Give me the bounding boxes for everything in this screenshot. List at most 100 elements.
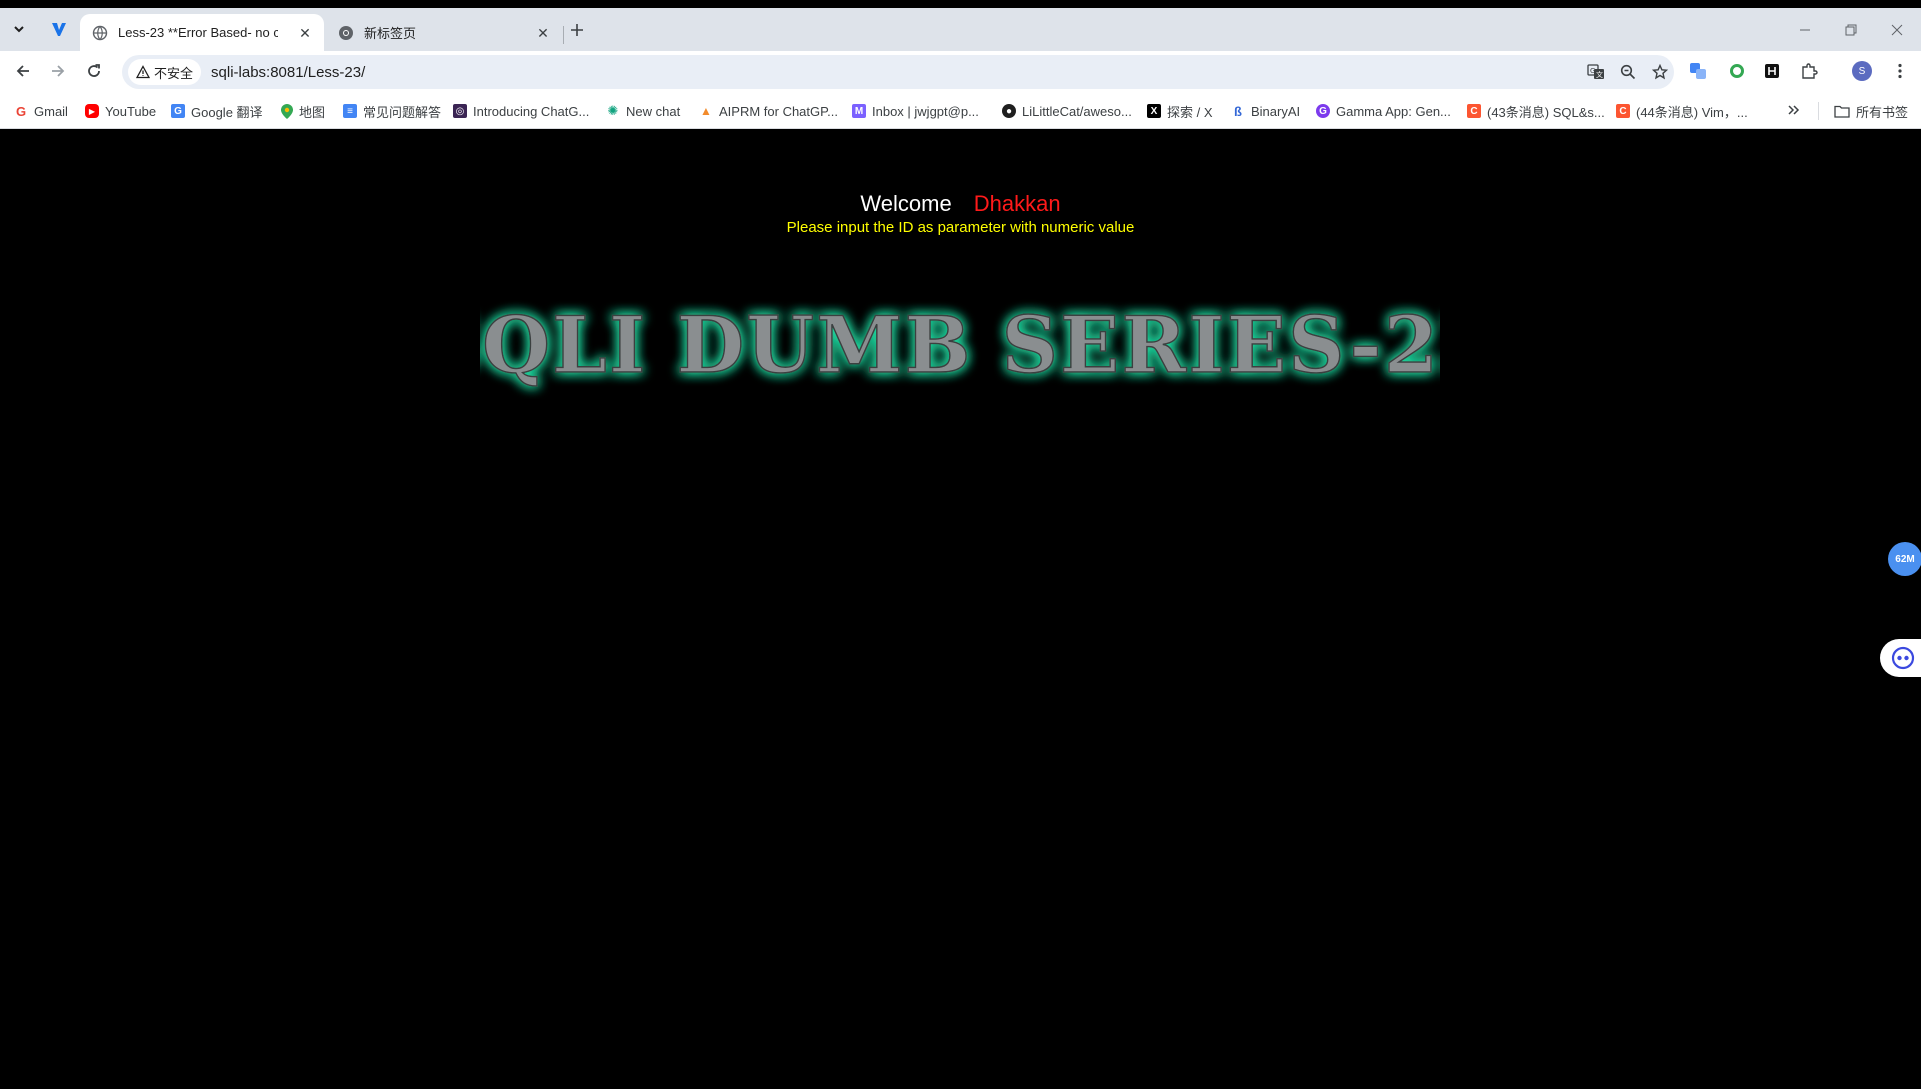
restore-button[interactable] bbox=[1836, 14, 1866, 46]
gmail-icon: G bbox=[15, 103, 27, 119]
extensions-button[interactable] bbox=[1793, 55, 1825, 87]
bookmark-label: 探索 / X bbox=[1167, 104, 1213, 120]
bookmark-label: New chat bbox=[626, 103, 681, 119]
series-banner: SQLI DUMB SERIES-23 bbox=[480, 299, 1440, 392]
chrome-icon bbox=[339, 25, 353, 40]
welcome-text: Welcome bbox=[860, 191, 952, 216]
mail-icon: M bbox=[852, 104, 866, 118]
tab-title: Less-23 **Error Based- no co bbox=[118, 25, 278, 40]
close-icon bbox=[1891, 24, 1903, 36]
tab-new-tab[interactable]: 新标签页 ✕ bbox=[326, 14, 562, 51]
translate-icon: 文G bbox=[1587, 64, 1604, 79]
zoom-button[interactable] bbox=[1612, 56, 1644, 88]
translate-button[interactable]: 文G bbox=[1580, 56, 1612, 88]
bookmark-label: (43条消息) SQL&s... bbox=[1487, 104, 1605, 120]
bookmark-label: 常见问题解答 bbox=[363, 104, 442, 120]
security-label: 不安全 bbox=[154, 65, 194, 81]
close-icon[interactable]: ✕ bbox=[296, 24, 314, 42]
bookmark-label: (44条消息) Vim，... bbox=[1636, 104, 1748, 120]
bookmark-label: Gmail bbox=[34, 103, 68, 119]
bookmark-aiprm[interactable]: ▲ AIPRM for ChatGP... bbox=[699, 102, 838, 120]
translate-icon: G bbox=[171, 104, 185, 118]
openai-icon: ◎ bbox=[453, 104, 467, 118]
arrow-right-icon bbox=[52, 65, 65, 77]
avatar-initial: S bbox=[1858, 65, 1866, 77]
security-indicator[interactable]: 不安全 bbox=[128, 59, 202, 85]
extension-green-button[interactable] bbox=[1721, 55, 1753, 87]
menu-button[interactable] bbox=[1884, 55, 1916, 87]
new-tab-button[interactable] bbox=[561, 14, 593, 46]
chevron-double-right-icon bbox=[1788, 105, 1800, 115]
window-top-edge bbox=[0, 0, 1921, 8]
bookmark-csdn-sql[interactable]: C (43条消息) SQL&s... bbox=[1467, 102, 1605, 120]
memory-badge-text: 62M bbox=[1895, 553, 1915, 565]
gamma-icon: G bbox=[1316, 104, 1330, 118]
bookmark-faq[interactable]: ≡ 常见问题解答 bbox=[343, 102, 441, 120]
page-content: Welcome Dhakkan Please input the ID as pa… bbox=[0, 129, 1921, 1089]
avatar: S bbox=[1852, 61, 1872, 81]
translate-extension-button[interactable] bbox=[1682, 55, 1714, 87]
bookmark-introducing-chatgpt[interactable]: ◎ Introducing ChatG... bbox=[453, 102, 589, 120]
bookmark-binaryai[interactable]: ß BinaryAI bbox=[1231, 102, 1300, 120]
address-bar[interactable]: 不安全 sqli-labs:8081/Less-23/ 文G bbox=[122, 55, 1674, 89]
navigation-toolbar: 不安全 sqli-labs:8081/Less-23/ 文G S bbox=[0, 51, 1921, 92]
bookmark-maps[interactable]: 地图 bbox=[281, 102, 325, 120]
extension-h-button[interactable] bbox=[1756, 55, 1788, 87]
github-icon: ● bbox=[1002, 104, 1016, 118]
tab-search-button[interactable] bbox=[4, 14, 34, 44]
assistant-widget-button[interactable] bbox=[1880, 639, 1921, 677]
bookmark-new-chat[interactable]: ✺ New chat bbox=[606, 102, 681, 120]
banner-title: SQLI DUMB SERIES-23 bbox=[480, 300, 1440, 391]
ring-icon bbox=[1730, 64, 1744, 78]
csdn-icon: C bbox=[1467, 104, 1481, 118]
bookmark-x[interactable]: X 探索 / X bbox=[1147, 102, 1213, 120]
bookmark-label: Gamma App: Gen... bbox=[1336, 103, 1451, 119]
bookmark-star-button[interactable] bbox=[1644, 56, 1676, 88]
more-vertical-icon bbox=[1898, 63, 1902, 79]
extension-pinned-tab-button[interactable] bbox=[44, 14, 74, 44]
all-bookmarks-button[interactable]: 所有书签 bbox=[1834, 102, 1908, 120]
more-bookmarks-button[interactable] bbox=[1778, 95, 1810, 125]
svg-text:文: 文 bbox=[1596, 70, 1603, 79]
bookmark-google-translate[interactable]: G Google 翻译 bbox=[171, 102, 263, 120]
bookmark-gmail[interactable]: G Gmail bbox=[14, 102, 68, 120]
bookmark-inbox[interactable]: M Inbox | jwjgpt@p... bbox=[852, 102, 979, 120]
bookmark-label: Google 翻译 bbox=[191, 104, 263, 120]
bookmark-youtube[interactable]: ▶ YouTube bbox=[85, 102, 156, 120]
reload-icon bbox=[88, 64, 100, 77]
translate-extension-icon bbox=[1690, 63, 1706, 79]
user-name: Dhakkan bbox=[973, 191, 1061, 216]
close-icon[interactable]: ✕ bbox=[534, 24, 552, 42]
tab-title: 新标签页 bbox=[364, 26, 417, 41]
arrow-left-icon bbox=[16, 65, 29, 77]
all-bookmarks-label: 所有书签 bbox=[1856, 104, 1909, 120]
tab-bar: Less-23 **Error Based- no co ✕ 新标签页 ✕ bbox=[0, 8, 1921, 51]
tab-less-23[interactable]: Less-23 **Error Based- no co ✕ bbox=[80, 14, 324, 51]
welcome-line: Welcome Dhakkan bbox=[0, 191, 1921, 217]
bookmarks-divider bbox=[1818, 102, 1819, 120]
memory-badge[interactable]: 62M bbox=[1888, 542, 1921, 576]
h-logo-icon bbox=[1765, 64, 1779, 78]
bookmark-label: AIPRM for ChatGP... bbox=[719, 103, 838, 119]
folder-icon bbox=[1834, 105, 1850, 118]
back-button[interactable] bbox=[7, 55, 39, 87]
forward-button[interactable] bbox=[42, 55, 74, 87]
bookmark-gamma[interactable]: G Gamma App: Gen... bbox=[1316, 102, 1451, 120]
url-text[interactable]: sqli-labs:8081/Less-23/ bbox=[211, 64, 365, 81]
bookmark-csdn-vim[interactable]: C (44条消息) Vim，... bbox=[1616, 102, 1748, 120]
bookmark-label: 地图 bbox=[299, 104, 326, 120]
plus-icon bbox=[571, 24, 583, 36]
assistant-face-icon bbox=[1891, 646, 1914, 670]
profile-button[interactable]: S bbox=[1846, 55, 1878, 87]
youtube-icon: ▶ bbox=[85, 104, 99, 118]
svg-text:G: G bbox=[1590, 67, 1595, 75]
aiprm-icon: ▲ bbox=[700, 104, 712, 118]
minimize-button[interactable] bbox=[1790, 14, 1820, 46]
star-icon bbox=[1652, 64, 1668, 80]
close-window-button[interactable] bbox=[1882, 14, 1912, 46]
bookmark-github[interactable]: ● LiLittleCat/aweso... bbox=[1002, 102, 1132, 120]
restore-icon bbox=[1845, 24, 1857, 36]
chatgpt-icon: ✺ bbox=[607, 103, 619, 118]
x-icon: X bbox=[1147, 104, 1161, 118]
reload-button[interactable] bbox=[78, 55, 110, 87]
